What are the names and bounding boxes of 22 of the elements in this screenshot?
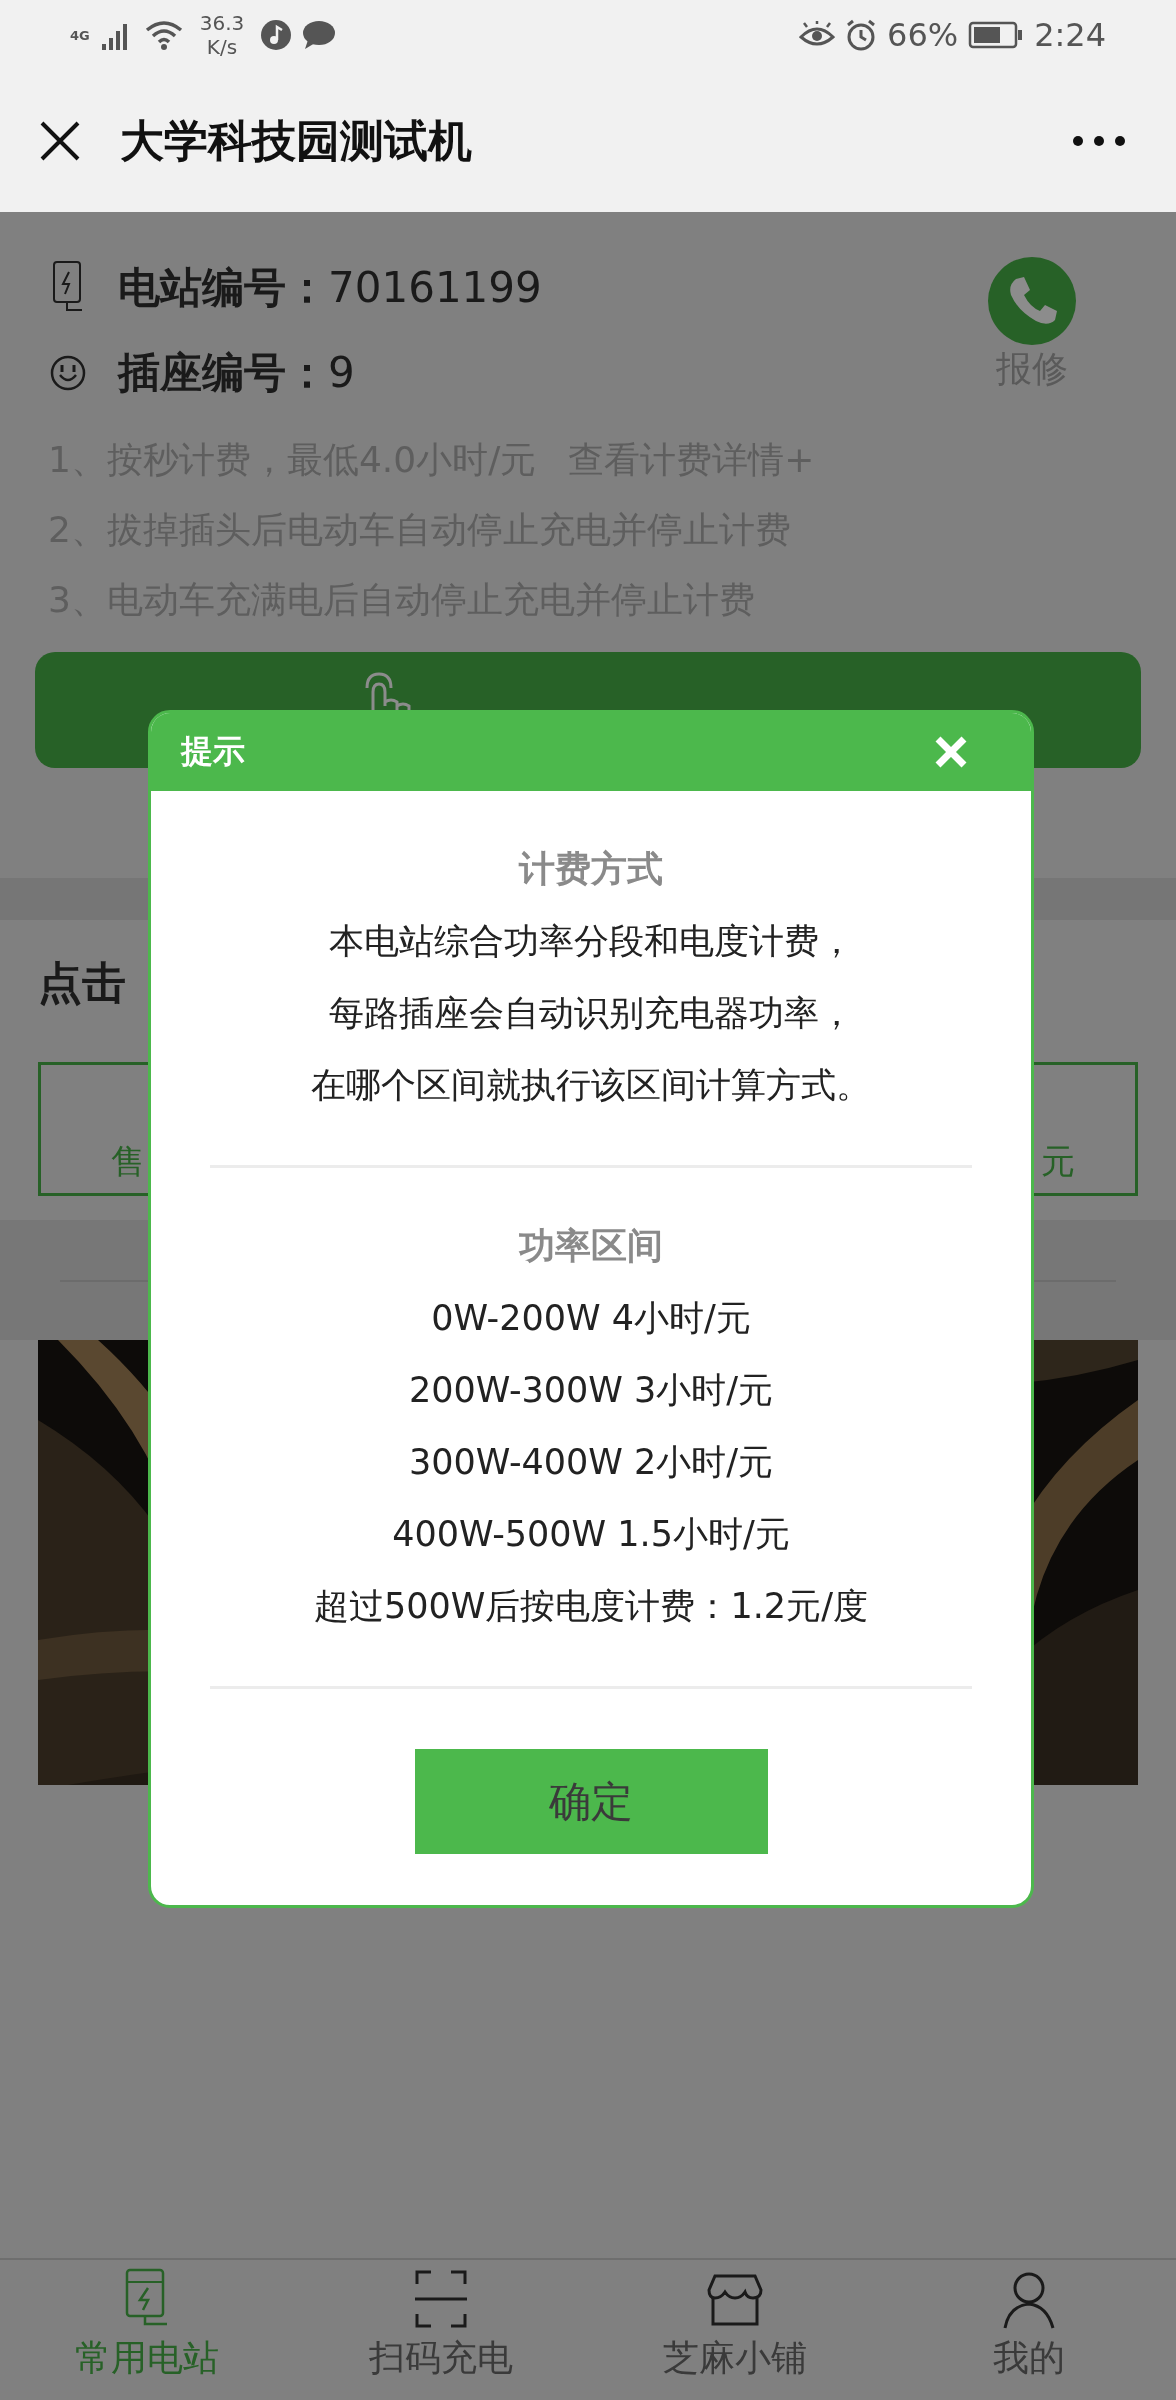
- section-heading: 功率区间: [519, 1224, 663, 1268]
- dialog-text: 200W-300W 3小时/元: [408, 1369, 774, 1412]
- dialog-text: 每路插座会自动识别充电器功率，: [328, 992, 854, 1035]
- section-title: 点击: [38, 956, 126, 1010]
- dialog-text: 0W-200W 4小时/元: [431, 1297, 751, 1340]
- speed-unit: K/s: [206, 35, 238, 59]
- dialog-text: 本电站综合功率分段和电度计费，: [328, 920, 854, 963]
- socket-label: 插座编号：: [118, 346, 328, 399]
- station-number: 70161199: [328, 263, 542, 312]
- clock-time: 2:24: [1034, 16, 1106, 54]
- dialog-title: 提示: [181, 731, 245, 772]
- dialog-text: 400W-500W 1.5小时/元: [392, 1513, 790, 1556]
- network-speed: 36.3: [199, 11, 245, 35]
- dialog-text: 300W-400W 2小时/元: [408, 1441, 774, 1484]
- dialog-text: 在哪个区间就执行该区间计算方式。: [311, 1064, 871, 1107]
- network-type: 4G: [70, 27, 90, 43]
- dialog-text: 超过500W后按电度计费：1.2元/度: [314, 1585, 868, 1628]
- socket-number: 9: [328, 348, 355, 397]
- section-heading: 计费方式: [519, 847, 663, 891]
- page-title: 大学科技园测试机: [120, 113, 473, 168]
- battery-percent: 66%: [887, 16, 959, 54]
- station-label: 电站编号：: [118, 261, 328, 314]
